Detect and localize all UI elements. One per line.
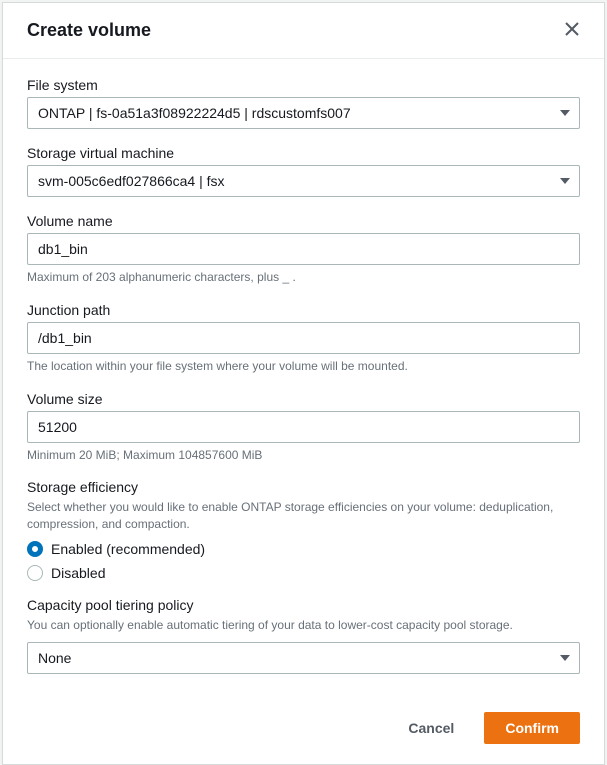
svm-field: Storage virtual machine svm-005c6edf0278… [27, 145, 580, 197]
storage-efficiency-label: Storage efficiency [27, 479, 580, 495]
volume-size-input[interactable] [27, 411, 580, 443]
tiering-desc: You can optionally enable automatic tier… [27, 617, 580, 634]
file-system-label: File system [27, 77, 580, 93]
create-volume-modal: Create volume File system ONTAP | fs-0a5… [2, 2, 605, 765]
modal-footer: Cancel Confirm [3, 696, 604, 764]
tiering-value: None [38, 649, 71, 667]
tiering-label: Capacity pool tiering policy [27, 597, 580, 613]
svm-value: svm-005c6edf027866ca4 | fsx [38, 172, 225, 190]
svm-label: Storage virtual machine [27, 145, 580, 161]
file-system-select-wrap: ONTAP | fs-0a51a3f08922224d5 | rdscustom… [27, 97, 580, 129]
modal-title: Create volume [27, 20, 151, 41]
tiering-field: Capacity pool tiering policy You can opt… [27, 597, 580, 674]
storage-efficiency-radio-group: Enabled (recommended) Disabled [27, 541, 580, 581]
radio-disabled-label: Disabled [51, 565, 105, 581]
radio-icon [27, 565, 43, 581]
volume-size-label: Volume size [27, 391, 580, 407]
volume-name-label: Volume name [27, 213, 580, 229]
junction-path-label: Junction path [27, 302, 580, 318]
file-system-field: File system ONTAP | fs-0a51a3f08922224d5… [27, 77, 580, 129]
confirm-button[interactable]: Confirm [484, 712, 580, 744]
volume-name-field: Volume name Maximum of 203 alphanumeric … [27, 213, 580, 286]
close-icon [564, 21, 580, 40]
file-system-value: ONTAP | fs-0a51a3f08922224d5 | rdscustom… [38, 104, 351, 122]
radio-icon [27, 541, 43, 557]
volume-size-field: Volume size Minimum 20 MiB; Maximum 1048… [27, 391, 580, 464]
volume-name-input[interactable] [27, 233, 580, 265]
file-system-select[interactable]: ONTAP | fs-0a51a3f08922224d5 | rdscustom… [27, 97, 580, 129]
radio-disabled[interactable]: Disabled [27, 565, 580, 581]
volume-size-help: Minimum 20 MiB; Maximum 104857600 MiB [27, 447, 580, 464]
radio-enabled[interactable]: Enabled (recommended) [27, 541, 580, 557]
volume-name-help: Maximum of 203 alphanumeric characters, … [27, 269, 580, 286]
tiering-select-wrap: None [27, 642, 580, 674]
tiering-select[interactable]: None [27, 642, 580, 674]
storage-efficiency-field: Storage efficiency Select whether you wo… [27, 479, 580, 581]
storage-efficiency-desc: Select whether you would like to enable … [27, 499, 580, 533]
svm-select-wrap: svm-005c6edf027866ca4 | fsx [27, 165, 580, 197]
modal-header: Create volume [3, 3, 604, 59]
junction-path-input[interactable] [27, 322, 580, 354]
cancel-button[interactable]: Cancel [388, 712, 474, 744]
close-button[interactable] [560, 17, 584, 44]
junction-path-field: Junction path The location within your f… [27, 302, 580, 375]
modal-body: File system ONTAP | fs-0a51a3f08922224d5… [3, 59, 604, 696]
svm-select[interactable]: svm-005c6edf027866ca4 | fsx [27, 165, 580, 197]
junction-path-help: The location within your file system whe… [27, 358, 580, 375]
radio-enabled-label: Enabled (recommended) [51, 541, 205, 557]
